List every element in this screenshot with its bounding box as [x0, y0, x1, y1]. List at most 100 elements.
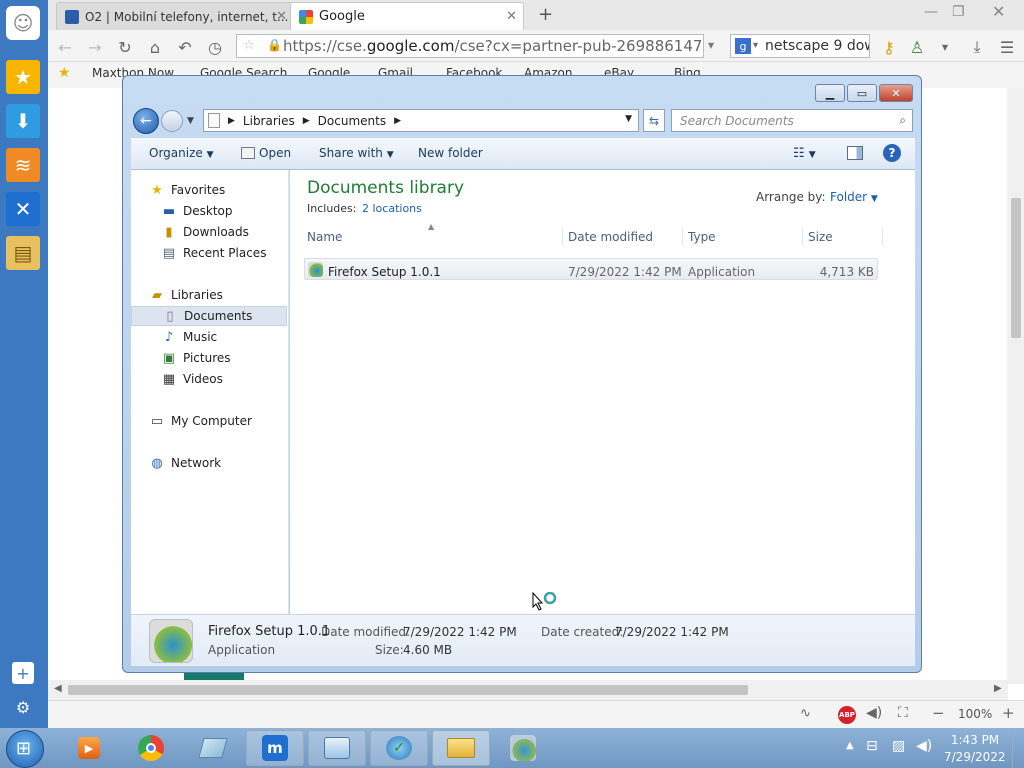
horizontal-scrollbar[interactable]: ◀ ▶ — [48, 680, 1008, 700]
close-tab-icon[interactable]: ✕ — [276, 9, 287, 24]
tools-icon[interactable]: ✕ — [6, 192, 40, 226]
nav-favorites[interactable]: ★ Favorites — [149, 180, 287, 200]
arrange-by-dropdown[interactable]: Folder ▼ — [830, 190, 878, 204]
explorer-folder-icon[interactable] — [432, 730, 490, 766]
clock-date[interactable]: 7/29/2022 — [944, 750, 1006, 764]
forward-arrow-icon[interactable] — [161, 110, 183, 132]
undo-icon[interactable]: ↶ — [174, 36, 196, 58]
adblock-icon[interactable]: ABP — [838, 706, 856, 724]
menu-dropdown-icon[interactable]: ▾ — [934, 36, 956, 58]
new-folder-button[interactable]: New folder — [418, 146, 483, 160]
task-checklist-icon[interactable]: ✓ — [370, 730, 428, 766]
breadcrumb-libraries[interactable]: Libraries — [243, 114, 295, 128]
favorites-star-icon[interactable]: ★ — [6, 60, 40, 94]
back-arrow-icon[interactable]: ← — [133, 108, 159, 134]
zoom-out-icon[interactable]: − — [932, 704, 945, 722]
scroll-right-icon[interactable]: ▶ — [994, 683, 1002, 694]
user-icon[interactable]: ♙ — [906, 36, 928, 58]
forward-icon[interactable]: → — [84, 36, 106, 58]
chrome-icon[interactable] — [122, 730, 180, 766]
column-header-size[interactable]: Size — [808, 230, 833, 244]
scrollbar-thumb[interactable] — [1011, 198, 1021, 338]
nav-my-computer[interactable]: ▭ My Computer — [149, 411, 287, 431]
column-divider[interactable] — [682, 228, 683, 246]
scroll-left-icon[interactable]: ◀ — [54, 683, 62, 694]
column-header-type[interactable]: Type — [688, 230, 716, 244]
address-dropdown-icon[interactable]: ▾ — [708, 38, 714, 52]
refresh-icon[interactable]: ⇆ — [643, 109, 665, 132]
close-tab-icon[interactable]: ✕ — [506, 9, 517, 24]
tab-google[interactable]: Google ✕ — [290, 2, 524, 30]
network-warning-icon[interactable]: ▨ — [892, 738, 905, 754]
explorer-search-input[interactable]: Search Documents ⌕ — [671, 109, 913, 132]
maximize-button[interactable]: ▭ — [847, 84, 877, 102]
maxthon-icon[interactable]: m — [246, 730, 304, 766]
device-icon[interactable]: ⊟ — [866, 738, 878, 754]
chevron-right-icon[interactable]: ▶ — [394, 116, 401, 126]
search-engine-icon[interactable]: g — [735, 38, 751, 54]
column-divider[interactable] — [882, 228, 883, 246]
view-options-icon[interactable]: ☷ ▼ — [793, 146, 816, 161]
tab-o2[interactable]: O2 | Mobilní telefony, internet, t... ✕ — [56, 2, 294, 30]
nav-documents[interactable]: ▯ Documents — [131, 306, 287, 326]
chevron-right-icon[interactable]: ▶ — [303, 116, 310, 126]
zoom-in-icon[interactable]: + — [1002, 704, 1015, 722]
download-arrow-icon[interactable]: ⬇ — [6, 104, 40, 138]
breadcrumb-documents[interactable]: Documents — [318, 114, 386, 128]
volume-icon[interactable]: ◀) — [916, 738, 932, 754]
back-icon[interactable]: ← — [54, 36, 76, 58]
address-dropdown-icon[interactable]: ▼ — [625, 114, 632, 124]
preview-pane-icon[interactable] — [847, 146, 863, 160]
includes-locations-link[interactable]: 2 locations — [362, 202, 422, 215]
activity-icon[interactable]: ∿ — [800, 706, 811, 721]
column-header-date[interactable]: Date modified — [568, 230, 653, 244]
nav-network[interactable]: ◍ Network — [149, 453, 287, 473]
notebook-icon[interactable] — [184, 730, 242, 766]
open-button[interactable]: Open — [241, 146, 291, 160]
show-desktop-button[interactable] — [1012, 728, 1024, 768]
nav-desktop[interactable]: ▬ Desktop — [161, 201, 299, 221]
history-icon[interactable]: ◷ — [204, 36, 226, 58]
nav-music[interactable]: ♪ Music — [161, 327, 299, 347]
recent-pages-dropdown-icon[interactable]: ▼ — [187, 116, 194, 126]
column-header-name[interactable]: Name — [307, 230, 342, 244]
address-bar[interactable]: ☆ 🔒 https://cse. google.com/cse?cx=partne… — [236, 34, 704, 58]
installer-taskbar-icon[interactable] — [494, 730, 552, 766]
help-icon[interactable]: ? — [883, 144, 901, 162]
hamburger-menu-icon[interactable]: ☰ — [996, 36, 1018, 58]
start-button[interactable]: ⊞ — [6, 730, 44, 768]
close-window-icon[interactable]: ✕ — [992, 2, 1005, 21]
chevron-down-icon[interactable]: ▾ — [753, 40, 758, 51]
show-hidden-icons[interactable]: ▲ — [846, 740, 854, 751]
nav-libraries[interactable]: ▰ Libraries — [149, 285, 287, 305]
column-divider[interactable] — [802, 228, 803, 246]
close-button[interactable]: ✕ — [879, 84, 913, 102]
nav-pictures[interactable]: ▣ Pictures — [161, 348, 299, 368]
minimize-button[interactable]: ▁ — [815, 84, 845, 102]
explorer-address-bar[interactable]: ▶ Libraries ▶ Documents ▶ ▼ — [203, 109, 639, 132]
speaker-icon[interactable]: ◀) — [866, 705, 882, 721]
nav-recent-places[interactable]: ▤ Recent Places — [161, 243, 299, 263]
rss-icon[interactable]: ≋ — [6, 148, 40, 182]
bookmarks-star-icon[interactable]: ★ — [58, 65, 71, 81]
refresh-icon[interactable]: ↻ — [114, 36, 136, 58]
smiley-icon[interactable]: ☺ — [6, 6, 40, 40]
key-icon[interactable]: ⚷ — [878, 36, 900, 58]
new-tab-icon[interactable]: + — [538, 4, 553, 25]
search-box[interactable]: g ▾ netscape 9 dow — [730, 34, 870, 58]
share-with-button[interactable]: Share with ▼ — [319, 146, 394, 160]
media-player-icon[interactable]: ▶ — [60, 730, 118, 766]
add-icon[interactable]: + — [12, 662, 34, 684]
control-panel-icon[interactable] — [308, 730, 366, 766]
organize-button[interactable]: Organize ▼ — [149, 146, 214, 160]
settings-gear-icon[interactable]: ⚙ — [12, 696, 34, 718]
nav-downloads[interactable]: ▮ Downloads — [161, 222, 299, 242]
clock-time[interactable]: 1:43 PM — [950, 733, 1000, 747]
notes-icon[interactable]: ▤ — [6, 236, 40, 270]
restore-icon[interactable]: ❐ — [952, 4, 965, 20]
download-icon[interactable]: ⤓ — [966, 36, 988, 58]
nav-videos[interactable]: ▦ Videos — [161, 369, 299, 389]
column-divider[interactable] — [562, 228, 563, 246]
home-icon[interactable]: ⌂ — [144, 36, 166, 58]
minimize-icon[interactable]: — — [924, 4, 938, 20]
